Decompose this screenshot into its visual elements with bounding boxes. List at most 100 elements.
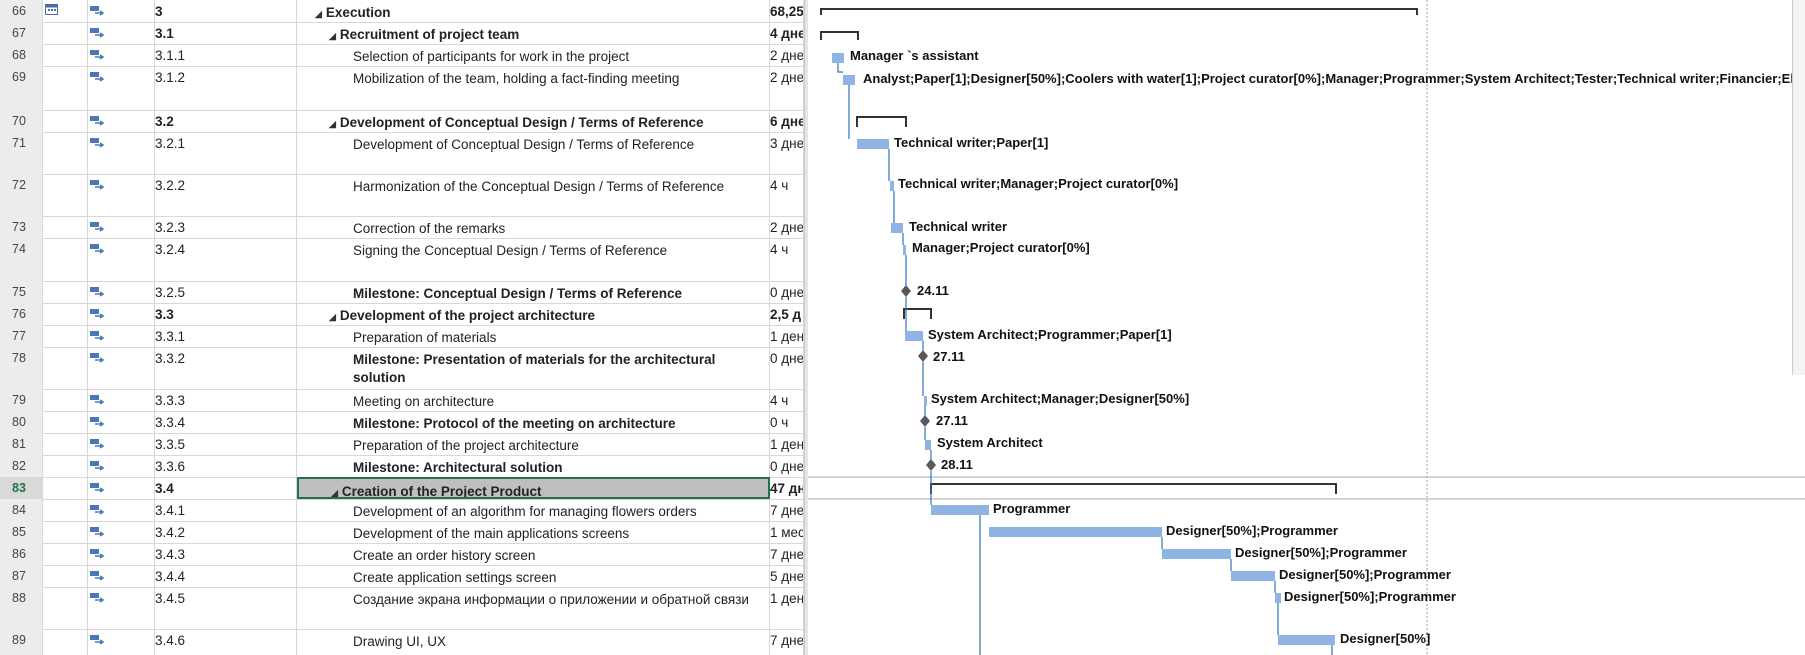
table-row[interactable]: 82 3.3.6 Milestone: Architectural solution… [0,455,804,478]
task-name-cell[interactable]: Create an order history screen [297,543,770,565]
task-mode-cell[interactable] [88,0,155,22]
duration-cell[interactable]: 4 дне [770,22,804,44]
wbs-cell[interactable]: 3 [155,0,297,22]
table-row[interactable]: 85 3.4.2 Development of the main applicati… [0,521,804,544]
row-id[interactable]: 68 [0,44,43,66]
table-row[interactable]: 74 3.2.4 Signing the Conceptual Design / T… [0,238,804,282]
duration-cell[interactable]: 4 ч [770,174,804,216]
table-row[interactable]: 69 3.1.2 Mobilization of the team, holding… [0,66,804,111]
wbs-cell[interactable]: 3.4.3 [155,543,297,565]
row-id[interactable]: 87 [0,565,43,587]
wbs-cell[interactable]: 3.3.5 [155,433,297,455]
task-mode-cell[interactable] [88,22,155,44]
wbs-cell[interactable]: 3.1.1 [155,44,297,66]
collapse-triangle-icon[interactable]: ◢ [331,488,338,497]
table-row[interactable]: 76 3.3 ◢ Development of the project archite… [0,303,804,326]
task-name-cell[interactable]: Create application settings screen [297,565,770,587]
task-mode-cell[interactable] [88,477,155,499]
row-id[interactable]: 76 [0,303,43,325]
table-row[interactable]: 87 3.4.4 Create application settings scree… [0,565,804,588]
row-id[interactable]: 78 [0,347,43,389]
duration-cell[interactable]: 1 ден [770,325,804,347]
wbs-cell[interactable]: 3.4.5 [155,587,297,629]
row-id[interactable]: 85 [0,521,43,543]
collapse-triangle-icon[interactable]: ◢ [329,119,336,129]
table-row[interactable]: 67 3.1 ◢ Recruitment of project team 4 дне [0,22,804,45]
table-row[interactable]: 78 3.3.2 Milestone: Presentation of materi… [0,347,804,390]
row-id[interactable]: 86 [0,543,43,565]
table-row[interactable]: 71 3.2.1 Development of Conceptual Design … [0,132,804,175]
table-row[interactable]: 68 3.1.1 Selection of participants for wor… [0,44,804,67]
task-mode-cell[interactable] [88,543,155,565]
table-row[interactable]: 72 3.2.2 Harmonization of the Conceptual D… [0,174,804,217]
table-row[interactable]: 88 3.4.5 Создание экрана информации о прил… [0,587,804,630]
duration-cell[interactable]: 0 дне [770,347,804,389]
task-name-cell[interactable]: Milestone: Presentation of materials for… [297,347,770,389]
row-id[interactable]: 81 [0,433,43,455]
row-id[interactable]: 83 [0,477,43,499]
table-row[interactable]: 75 3.2.5 Milestone: Conceptual Design / Te… [0,281,804,304]
task-mode-cell[interactable] [88,499,155,521]
task-name-cell[interactable]: Signing the Conceptual Design / Terms of… [297,238,770,281]
table-row[interactable]: 77 3.3.1 Preparation of materials 1 ден [0,325,804,348]
table-row[interactable]: 73 3.2.3 Correction of the remarks 2 дне [0,216,804,239]
duration-cell[interactable]: 1 мес [770,521,804,543]
table-row[interactable]: 89 3.4.6 Drawing UI, UX 7 дне [0,629,804,655]
task-name-cell[interactable]: Development of the main applications scr… [297,521,770,543]
task-name-cell[interactable]: Harmonization of the Conceptual Design /… [297,174,770,216]
task-mode-cell[interactable] [88,521,155,543]
table-row[interactable]: 79 3.3.3 Meeting on architecture 4 ч [0,389,804,412]
task-name-cell[interactable]: Создание экрана информации о приложении … [297,587,770,629]
duration-cell[interactable]: 0 дне [770,455,804,477]
wbs-cell[interactable]: 3.2.2 [155,174,297,216]
collapse-triangle-icon[interactable]: ◢ [315,9,322,19]
row-id[interactable]: 82 [0,455,43,477]
row-id[interactable]: 66 [0,0,43,22]
wbs-cell[interactable]: 3.3 [155,303,297,325]
task-mode-cell[interactable] [88,281,155,303]
task-mode-cell[interactable] [88,347,155,389]
task-name-cell[interactable]: Milestone: Protocol of the meeting on ar… [297,411,770,433]
wbs-cell[interactable]: 3.2 [155,110,297,132]
task-mode-cell[interactable] [88,325,155,347]
row-id[interactable]: 69 [0,66,43,110]
task-mode-cell[interactable] [88,132,155,174]
row-id[interactable]: 75 [0,281,43,303]
wbs-cell[interactable]: 3.3.3 [155,389,297,411]
row-id[interactable]: 72 [0,174,43,216]
wbs-cell[interactable]: 3.4.2 [155,521,297,543]
duration-cell[interactable]: 4 ч [770,238,804,281]
wbs-cell[interactable]: 3.4.1 [155,499,297,521]
wbs-cell[interactable]: 3.2.5 [155,281,297,303]
wbs-cell[interactable]: 3.2.4 [155,238,297,281]
duration-cell[interactable]: 5 дне [770,565,804,587]
task-mode-cell[interactable] [88,629,155,655]
task-mode-cell[interactable] [88,303,155,325]
task-name-cell[interactable]: Milestone: Conceptual Design / Terms of … [297,281,770,303]
row-id[interactable]: 88 [0,587,43,629]
row-id[interactable]: 74 [0,238,43,281]
task-name-cell[interactable]: ◢ Development of Conceptual Design / Term… [297,110,770,132]
table-row[interactable]: 84 3.4.1 Development of an algorithm for m… [0,499,804,522]
duration-cell[interactable]: 0 ч [770,411,804,433]
duration-cell[interactable]: 2 дне [770,44,804,66]
row-id[interactable]: 71 [0,132,43,174]
task-mode-cell[interactable] [88,174,155,216]
table-row[interactable]: 81 3.3.5 Preparation of the project archit… [0,433,804,456]
task-mode-cell[interactable] [88,238,155,281]
duration-cell[interactable]: 2 дне [770,66,804,110]
task-name-cell[interactable]: Mobilization of the team, holding a fact… [297,66,770,110]
task-name-cell[interactable]: Selection of participants for work in th… [297,44,770,66]
row-id[interactable]: 73 [0,216,43,238]
wbs-cell[interactable]: 3.2.1 [155,132,297,174]
wbs-cell[interactable]: 3.4.4 [155,565,297,587]
row-id[interactable]: 67 [0,22,43,44]
collapse-triangle-icon[interactable]: ◢ [329,312,336,322]
task-name-cell[interactable]: Preparation of the project architecture [297,433,770,455]
task-name-cell[interactable]: Milestone: Architectural solution [297,455,770,477]
task-name-cell[interactable]: ◢ Execution [297,0,770,22]
task-name-cell[interactable]: Development of an algorithm for managing… [297,499,770,521]
task-name-cell[interactable]: ◢ Creation of the Project Product [297,477,770,499]
duration-cell[interactable]: 2 дне [770,216,804,238]
task-mode-cell[interactable] [88,411,155,433]
